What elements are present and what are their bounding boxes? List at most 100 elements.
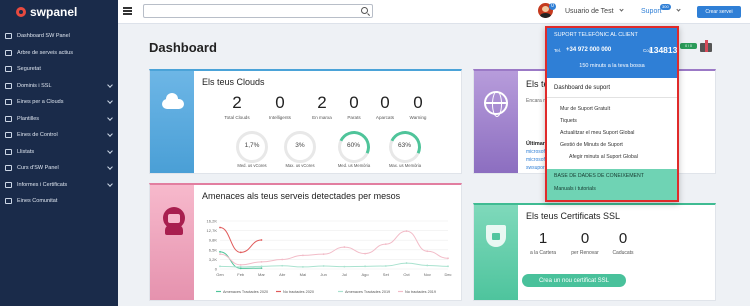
domain-link[interactable]: swsupor (526, 172, 545, 173)
mini-badge[interactable]: 0 / 0 (680, 43, 697, 49)
community-icon (5, 198, 12, 205)
graduation-cap-icon (5, 165, 12, 172)
stat-intelligent: 0 (275, 93, 285, 112)
gauge-avg-vcores: 1,7% (236, 131, 268, 163)
stat-warning: 0 (413, 93, 423, 112)
menu-item-free-wall[interactable]: Mur de Suport Gratuït (560, 106, 610, 112)
create-ssl-button[interactable]: Crea un nou certificat SSL (522, 274, 626, 287)
knowledge-base-panel: BASE DE DADES DE CONEIXEMENT Manuals i t… (547, 169, 677, 200)
support-minutes: 150 minuts a la teva bossa (579, 63, 645, 69)
sidebar-item-community[interactable]: Eines Comunitat (0, 193, 118, 210)
y-tick-label: 0 (215, 267, 218, 272)
data-point (302, 266, 304, 268)
x-tick-label: Mai (300, 272, 307, 277)
chevron-down-icon[interactable] (676, 7, 681, 12)
sidebar-item-dashboard[interactable]: Dashboard SW Panel (0, 28, 118, 45)
app-window: swpanel Dashboard SW Panel Arbre de serv… (0, 0, 750, 306)
domain-link[interactable]: microsof (526, 149, 545, 155)
menu-item-manuals[interactable]: Manuals i tutorials (554, 186, 596, 192)
x-tick-label: Nov (424, 272, 431, 277)
data-point (384, 243, 387, 246)
menu-item-tickets[interactable]: Tiquets (560, 118, 577, 124)
support-dashboard-link[interactable]: Dashboard de suport (554, 85, 610, 91)
support-code: 134813 (649, 45, 678, 55)
domain-link[interactable]: swsupor (526, 165, 545, 171)
sidebar-item-service-tree[interactable]: Arbre de serveis actius (0, 45, 118, 62)
page-title: Dashboard (149, 40, 217, 55)
data-point (447, 257, 449, 260)
threats-card: Amenaces als teus serveis detectades per… (149, 183, 462, 301)
globe-icon (484, 91, 508, 117)
chevron-down-icon (107, 98, 113, 104)
stat-label: Total Clouds (224, 115, 250, 120)
x-tick-label: Oct (403, 272, 410, 277)
logo[interactable]: swpanel (0, 0, 118, 24)
sidebar-item-security[interactable]: Seguretat (0, 61, 118, 78)
domain-link[interactable]: microsof (526, 157, 545, 163)
card-side-panel (474, 71, 518, 173)
data-point (281, 264, 284, 267)
ssl-card: Els teus Certificats SSL 1 a la Cartera … (473, 203, 716, 301)
data-point (322, 253, 325, 256)
menu-item-add-minutes[interactable]: Afegir minuts al Suport Global (569, 154, 638, 160)
sidebar-item-lists[interactable]: Llistats (0, 144, 118, 161)
gauge-max-memory: 63% (384, 126, 426, 168)
gauge-label: Med. us vCores (237, 163, 267, 168)
data-point (239, 251, 242, 254)
menu-item-manage-minutes[interactable]: Gestió de Minuts de Suport (560, 142, 623, 148)
chevron-down-icon (107, 164, 113, 170)
sidebar-item-domains[interactable]: Dominis i SSL (0, 78, 118, 95)
sidebar-item-templates[interactable]: Plantilles (0, 111, 118, 128)
support-dropdown: SUPORT TELEFÒNIC AL CLIENT Tel. +34 972 … (545, 26, 679, 202)
knowledge-base-title[interactable]: BASE DE DADES DE CONEIXEMENT (554, 173, 644, 179)
search-input[interactable] (143, 4, 373, 18)
sidebar-item-reports[interactable]: Informes i Certificats (0, 177, 118, 194)
search-icon[interactable] (361, 7, 368, 14)
data-point (364, 265, 366, 268)
gift-icon[interactable] (700, 40, 712, 52)
card-side-panel (474, 205, 518, 300)
data-point (281, 258, 284, 261)
sidebar-item-course[interactable]: Curs d'SW Panel (0, 160, 118, 177)
data-point (260, 265, 263, 268)
chevron-down-icon (107, 180, 113, 187)
cloud-icon (162, 93, 184, 109)
hamburger-menu-icon[interactable] (123, 7, 132, 15)
data-point (219, 250, 221, 253)
data-point (343, 265, 346, 268)
support-phone-number[interactable]: +34 972 000 000 (566, 47, 611, 53)
user-menu-label[interactable]: Usuario de Test (565, 8, 614, 15)
menu-item-update-support[interactable]: Actualitzar el meu Suport Global (560, 130, 634, 136)
card-side-panel (150, 71, 194, 173)
threats-title: Amenaces als teus serveis detectades per… (202, 191, 401, 201)
x-tick-label: Gen (216, 272, 224, 277)
document-icon (5, 181, 12, 188)
data-point (239, 263, 242, 266)
monitor-icon (5, 33, 12, 40)
ssl-title: Els teus Certificats SSL (526, 211, 621, 221)
support-menu[interactable]: Suport (641, 8, 662, 15)
chevron-down-icon (107, 147, 113, 154)
gauge-label: Max. us vCores (285, 163, 315, 168)
data-point (260, 239, 263, 241)
ssl-stat-renew: 0 (580, 230, 590, 247)
clouds-card: Els teus Clouds 2 Total Clouds 0 Intelli… (149, 69, 462, 174)
data-point (239, 266, 242, 268)
y-tick-label: 3,2K (209, 257, 218, 262)
create-service-button[interactable]: Crear servei (697, 6, 741, 18)
data-point (343, 246, 346, 248)
support-badge: 300 (660, 4, 671, 10)
tel-label: Tel. (554, 48, 562, 53)
x-tick-label: Ago (362, 272, 370, 277)
y-tick-label: 9,8K (209, 238, 218, 243)
ssl-stat-label: Caducats (612, 250, 634, 256)
x-tick-label: Jul (342, 272, 347, 277)
topbar: 0 Usuario de Test Suport 300 Crear serve… (118, 0, 750, 24)
x-tick-label: Mar (258, 272, 266, 277)
gauge-label: Med. us Memòria (337, 163, 371, 168)
sidebar-item-control-tools[interactable]: Eines de Control (0, 127, 118, 144)
hacker-icon (163, 207, 185, 235)
chevron-down-icon[interactable] (619, 7, 624, 12)
chevron-down-icon (107, 81, 113, 88)
sidebar-item-cloud-tools[interactable]: Eines per a Clouds (0, 94, 118, 111)
